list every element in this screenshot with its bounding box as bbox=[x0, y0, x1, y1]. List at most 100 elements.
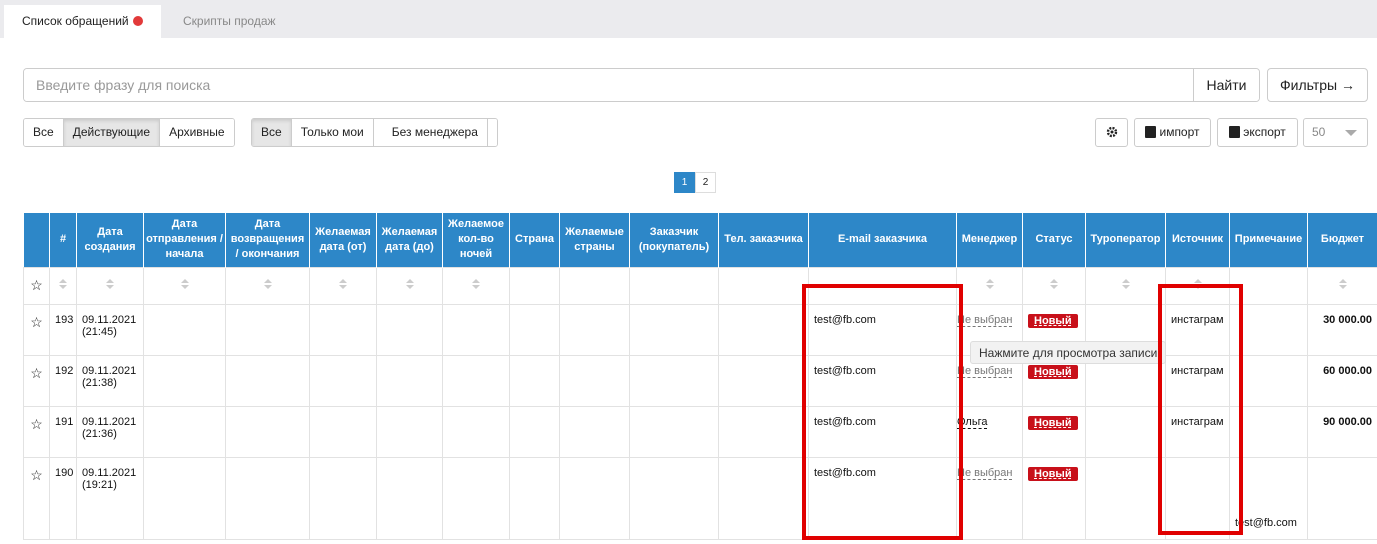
tab-requests-list[interactable]: Список обращений bbox=[4, 5, 161, 38]
empty-cell bbox=[376, 303, 443, 356]
sort-icon bbox=[339, 279, 347, 289]
budget-cell bbox=[1307, 456, 1377, 540]
column-header[interactable]: Желаемое кол-во ночей bbox=[442, 213, 510, 267]
search-input[interactable] bbox=[24, 69, 1194, 101]
tab-bar: Список обращений Скрипты продаж bbox=[0, 0, 1377, 38]
page-1-link[interactable]: 1 bbox=[674, 172, 695, 193]
created-date: 09.11.2021 bbox=[82, 313, 137, 326]
import-button[interactable]: импорт bbox=[1134, 118, 1211, 147]
created-cell: 09.11.2021 (19:21) bbox=[76, 456, 144, 540]
filters-button[interactable]: Фильтры → bbox=[1267, 68, 1368, 102]
star-icon[interactable]: ☆ bbox=[23, 266, 50, 305]
search-button[interactable]: Найти bbox=[1193, 69, 1259, 101]
column-header[interactable]: # bbox=[49, 213, 77, 267]
empty-cell bbox=[143, 354, 226, 407]
column-header[interactable]: Дата возвращения / окончания bbox=[225, 213, 310, 267]
column-header[interactable]: Тел. заказчика bbox=[718, 213, 809, 267]
manager-link[interactable]: Не выбран bbox=[957, 313, 1013, 327]
highlight-box-email bbox=[802, 284, 963, 540]
notification-dot-icon bbox=[132, 16, 143, 26]
filter-archived-button[interactable]: Архивные bbox=[160, 119, 234, 146]
empty-cell bbox=[309, 456, 377, 540]
column-header[interactable]: Дата создания bbox=[76, 213, 144, 267]
star-icon[interactable]: ☆ bbox=[23, 405, 50, 458]
column-header[interactable]: Желаемые страны bbox=[559, 213, 630, 267]
empty-cell bbox=[629, 405, 719, 458]
empty-cell bbox=[559, 303, 630, 356]
status-badge[interactable]: Новый bbox=[1028, 466, 1078, 481]
column-header[interactable]: Туроператор bbox=[1085, 213, 1166, 267]
star-icon[interactable]: ☆ bbox=[23, 354, 50, 407]
export-label: экспорт bbox=[1243, 125, 1286, 139]
column-header[interactable]: Примечание bbox=[1229, 213, 1308, 267]
column-header[interactable]: Страна bbox=[509, 213, 560, 267]
owner-mine-button[interactable]: Только мои bbox=[291, 119, 374, 146]
sort-cell[interactable] bbox=[376, 266, 443, 305]
gear-icon bbox=[1106, 126, 1117, 138]
star-icon[interactable]: ☆ bbox=[23, 303, 50, 356]
status-badge[interactable]: Новый bbox=[1028, 415, 1078, 430]
sort-cell[interactable] bbox=[442, 266, 510, 305]
status-badge[interactable]: Новый bbox=[1028, 313, 1078, 328]
status-badge[interactable]: Новый bbox=[1028, 364, 1078, 379]
column-header[interactable]: Бюджет bbox=[1307, 213, 1377, 267]
status-cell: Новый bbox=[1022, 456, 1086, 540]
empty-cell bbox=[309, 405, 377, 458]
owner-all-button[interactable]: Все bbox=[252, 119, 292, 146]
empty-cell bbox=[629, 354, 719, 407]
sort-icon bbox=[1338, 279, 1347, 289]
sort-cell[interactable] bbox=[143, 266, 226, 305]
sort-cell[interactable] bbox=[49, 266, 77, 305]
export-button[interactable]: экспорт bbox=[1217, 118, 1298, 147]
column-header[interactable]: Менеджер bbox=[956, 213, 1023, 267]
empty-cell bbox=[225, 303, 310, 356]
column-header[interactable]: Заказчик (покупатель) bbox=[629, 213, 719, 267]
highlight-box-source bbox=[1158, 284, 1243, 535]
page-2-link[interactable]: 2 bbox=[695, 172, 716, 193]
star-icon[interactable]: ☆ bbox=[23, 456, 50, 540]
column-header[interactable]: Источник bbox=[1165, 213, 1230, 267]
tab-sales-scripts[interactable]: Скрипты продаж bbox=[165, 5, 294, 38]
import-label: импорт bbox=[1159, 125, 1200, 139]
empty-cell bbox=[225, 405, 310, 458]
empty-cell bbox=[718, 303, 809, 356]
sort-cell[interactable] bbox=[76, 266, 144, 305]
column-header[interactable]: Желаемая дата (до) bbox=[376, 213, 443, 267]
sort-cell[interactable] bbox=[1307, 266, 1377, 305]
empty-cell bbox=[225, 456, 310, 540]
column-header[interactable]: Дата отправления / начала bbox=[143, 213, 226, 267]
owner-unassigned-button[interactable]: Без менеджера bbox=[373, 119, 497, 147]
pagination: 1 2 bbox=[674, 172, 716, 193]
notification-dot-icon bbox=[387, 146, 405, 147]
column-header[interactable]: Желаемая дата (от) bbox=[309, 213, 377, 267]
empty-cell bbox=[309, 303, 377, 356]
created-date: 09.11.2021 bbox=[82, 466, 137, 479]
sort-icon bbox=[106, 279, 114, 289]
filter-all-button[interactable]: Все bbox=[24, 119, 64, 146]
sort-cell[interactable] bbox=[956, 266, 1023, 305]
column-header[interactable]: Статус bbox=[1022, 213, 1086, 267]
budget-cell: 60 000.00 bbox=[1307, 354, 1377, 407]
sort-cell[interactable] bbox=[309, 266, 377, 305]
sort-icon bbox=[405, 279, 414, 289]
created-time: (19:21) bbox=[82, 478, 117, 491]
sort-cell[interactable] bbox=[1085, 266, 1166, 305]
per-page-select[interactable]: 50 bbox=[1303, 118, 1368, 147]
sort-icon bbox=[1050, 279, 1058, 289]
row-id: 190 bbox=[49, 456, 77, 540]
manager-link[interactable]: Не выбран bbox=[957, 364, 1013, 378]
manager-cell: Не выбран bbox=[956, 456, 1023, 540]
filter-active-button[interactable]: Действующие bbox=[63, 119, 161, 146]
sort-cell[interactable] bbox=[225, 266, 310, 305]
empty-cell bbox=[559, 456, 630, 540]
settings-button[interactable] bbox=[1095, 118, 1128, 147]
empty-cell bbox=[376, 354, 443, 407]
empty-cell bbox=[143, 456, 226, 540]
created-date: 09.11.2021 bbox=[82, 415, 137, 428]
empty-cell bbox=[1085, 456, 1166, 540]
manager-link[interactable]: Не выбран bbox=[957, 466, 1013, 480]
empty-cell bbox=[559, 354, 630, 407]
column-header[interactable]: E-mail заказчика bbox=[808, 213, 957, 267]
empty-cell bbox=[509, 456, 560, 540]
sort-cell[interactable] bbox=[1022, 266, 1086, 305]
